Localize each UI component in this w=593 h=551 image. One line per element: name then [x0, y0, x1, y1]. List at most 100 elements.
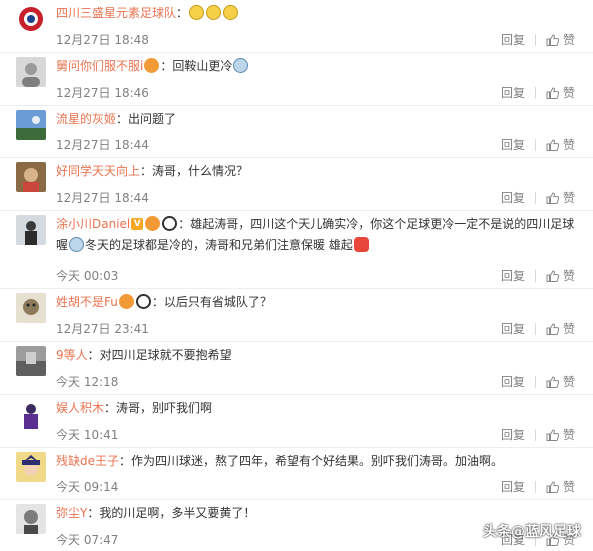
like-button[interactable]: 赞	[546, 427, 575, 443]
thumbs-up-icon	[546, 270, 559, 283]
cold-emoji-icon	[69, 237, 85, 253]
comment-text: ：对四川足球就不要抱希望	[87, 347, 232, 362]
badge-icon	[145, 216, 161, 232]
comment-time: 12月27日 18:48	[56, 32, 149, 47]
comment-item: 涂小川Daniel V ：雄起涛哥，四川这个天儿确实冷，你这个足球更冷一定不是说的四…	[0, 211, 593, 290]
like-label: 赞	[562, 138, 575, 153]
comment-item: 流星的灰姬：出问题了 12月27日 18:44 回复 赞	[0, 106, 593, 159]
avatar[interactable]	[16, 109, 46, 140]
sad-emoji-icon	[189, 5, 205, 20]
avatar[interactable]	[16, 4, 46, 34]
thumbs-up-icon	[546, 192, 559, 205]
like-button[interactable]: 赞	[546, 374, 575, 390]
username-link[interactable]: 四川三盛星元素足球队	[56, 6, 176, 20]
badge-icon	[144, 57, 160, 73]
thumbs-up-icon	[546, 139, 559, 152]
reply-button[interactable]: 回复	[501, 427, 525, 443]
comment-text: ：涛哥，什么情况？	[140, 164, 249, 179]
username-link[interactable]: 弥尘Y	[56, 506, 87, 520]
comment-time: 今天 10:41	[56, 427, 119, 442]
reply-button[interactable]: 回复	[501, 85, 525, 101]
username-link[interactable]: 娱人积木	[56, 401, 104, 415]
like-label: 赞	[562, 427, 575, 442]
divider	[534, 86, 536, 99]
comment-item: 好同学天天向上：涛哥，什么情况？ 12月27日 18:44 回复 赞	[0, 158, 593, 212]
badge-icon	[118, 294, 134, 310]
sad-emoji-icon	[206, 5, 222, 20]
like-button[interactable]: 赞	[546, 479, 575, 495]
reply-button[interactable]: 回复	[501, 479, 525, 495]
comment-text: ：	[176, 6, 189, 20]
avatar[interactable]	[16, 398, 46, 429]
comment-text: ：出问题了	[116, 111, 177, 126]
comment-text: ：作为四川球迷，熬了四年，希望有个好结果。别吓我们涛哥。加油啊。	[119, 453, 504, 468]
comment-time: 今天 00:03	[56, 269, 119, 284]
comment-item: 舅问你们服不服i ：回鞍山更冷 12月27日 18:46 回复 赞	[0, 53, 593, 106]
comment-time: 12月27日 18:44	[56, 138, 149, 153]
username-link[interactable]: 好同学天天向上	[56, 164, 140, 178]
like-label: 赞	[562, 269, 575, 284]
like-button[interactable]: 赞	[546, 32, 575, 48]
avatar[interactable]	[16, 162, 46, 193]
avatar[interactable]	[16, 451, 46, 482]
reply-button[interactable]: 回复	[501, 321, 525, 337]
like-button[interactable]: 赞	[546, 137, 575, 153]
comment-item: 9等人：对四川足球就不要抱希望 今天 12:18 回复 赞	[0, 342, 593, 395]
comment-item: 姓胡不是Fu ：以后只有省城队了？ 12月27日 23:41 回复 赞	[0, 289, 593, 342]
like-button[interactable]: 赞	[546, 190, 575, 206]
like-button[interactable]: 赞	[546, 321, 575, 337]
reply-button[interactable]: 回复	[501, 32, 525, 48]
divider	[534, 192, 536, 205]
thumbs-up-icon	[546, 323, 559, 335]
comment-item: 残缺de王子：作为四川球迷，熬了四年，希望有个好结果。别吓我们涛哥。加油啊。 今…	[0, 448, 593, 501]
comment-time: 今天 09:14	[56, 480, 119, 495]
like-button[interactable]: 赞	[546, 268, 575, 284]
divider	[534, 481, 536, 494]
avatar[interactable]	[16, 56, 46, 87]
sad-emoji-icon	[223, 5, 239, 20]
comment-time: 今天 07:47	[56, 533, 119, 548]
divider	[534, 270, 536, 283]
avatar[interactable]	[16, 504, 46, 535]
cold-emoji-icon	[233, 57, 249, 73]
avatar[interactable]	[16, 215, 46, 246]
comment-time: 12月27日 18:46	[56, 85, 149, 100]
like-button[interactable]: 赞	[546, 85, 575, 101]
thumbs-up-icon	[546, 376, 559, 388]
thumbs-up-icon	[546, 429, 559, 441]
username-link[interactable]: 9等人	[56, 348, 88, 362]
username-link[interactable]: 舅问你们服不服i	[56, 59, 143, 73]
divider	[534, 33, 536, 46]
avatar[interactable]	[16, 293, 46, 324]
thumbs-up-icon	[546, 34, 559, 46]
divider	[534, 322, 536, 335]
comment-text: ：以后只有省城队了？	[151, 295, 272, 310]
like-label: 赞	[562, 191, 575, 206]
comment-text: ：涛哥，别吓我们啊	[104, 400, 213, 415]
reply-button[interactable]: 回复	[501, 374, 525, 390]
comment-time: 今天 12:18	[56, 374, 119, 389]
avatar[interactable]	[16, 345, 46, 376]
thumbs-up-icon	[546, 481, 559, 494]
like-label: 赞	[562, 480, 575, 495]
comment-time: 12月27日 18:44	[56, 191, 149, 206]
verified-badge-icon: V	[131, 217, 144, 230]
panda-icon	[162, 216, 178, 232]
username-link[interactable]: 涂小川Daniel	[56, 217, 130, 231]
watermark: 头条@蓝风足球	[483, 524, 581, 540]
fist-emoji-icon	[353, 237, 369, 253]
reply-button[interactable]: 回复	[501, 137, 525, 153]
username-link[interactable]: 姓胡不是Fu	[56, 295, 118, 309]
username-link[interactable]: 流星的灰姬	[56, 112, 116, 126]
like-label: 赞	[562, 374, 575, 389]
comment-time: 12月27日 23:41	[56, 321, 149, 336]
comment-item: 娱人积木：涛哥，别吓我们啊 今天 10:41 回复 赞	[0, 395, 593, 448]
reply-button[interactable]: 回复	[501, 190, 525, 206]
like-label: 赞	[562, 85, 575, 100]
comment-text: ：我的川足啊，多半又要黄了！	[87, 506, 256, 521]
username-link[interactable]: 残缺de王子	[56, 454, 119, 468]
reply-button[interactable]: 回复	[501, 268, 525, 284]
comment-text-continued: 冬天的足球都是冷的，涛哥和兄弟们注意保暖 雄起	[85, 238, 353, 253]
like-label: 赞	[562, 321, 575, 336]
divider	[534, 139, 536, 152]
